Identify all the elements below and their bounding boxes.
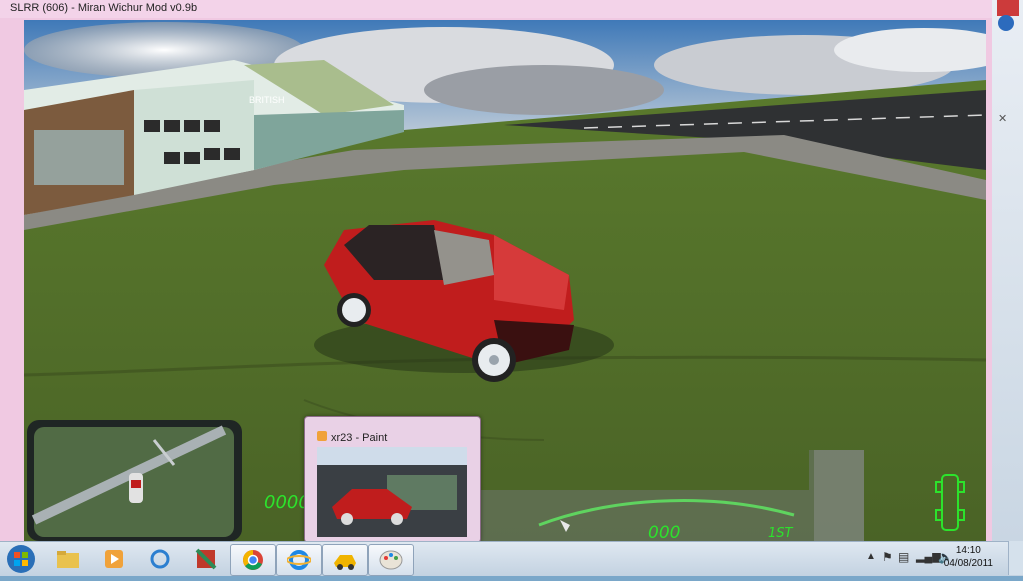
taskbar-app[interactable] — [184, 544, 228, 574]
cloud — [424, 65, 664, 115]
building-sign: BRITISH — [249, 95, 285, 105]
game-viewport[interactable]: BRITISH 0000 000 1ST — [24, 20, 986, 541]
minimap — [27, 420, 242, 541]
taskbar-paint[interactable] — [368, 544, 414, 576]
system-tray: ▲ ⚑ ▤ ▂▄▆ 🔈 14:10 04/08/2011 — [862, 541, 1023, 575]
folder-icon — [57, 551, 79, 568]
close-button-background[interactable] — [997, 0, 1019, 16]
window-titlebar[interactable]: SLRR (606) - Miran Wichur Mod v0.9b — [0, 0, 992, 18]
clock[interactable]: 14:10 04/08/2011 — [944, 544, 993, 570]
close-icon[interactable]: ✕ — [998, 112, 1012, 126]
tray-expand-icon[interactable]: ▲ — [866, 551, 876, 562]
signal-icon[interactable]: ▂▄▆ — [916, 550, 941, 563]
help-icon[interactable] — [998, 15, 1014, 31]
slrr-game-icon — [334, 555, 356, 570]
taskbar-preview[interactable]: xr23 - Paint — [304, 416, 481, 543]
paint-icon — [379, 550, 403, 570]
clock-time: 14:10 — [955, 545, 981, 556]
hud-left-counter: 0000 — [264, 492, 310, 513]
window-title: SLRR (606) - Miran Wichur Mod v0.9b — [10, 2, 198, 14]
refresh-icon — [150, 549, 170, 569]
preview-title: xr23 - Paint — [331, 432, 388, 444]
hud-speed: 000 — [648, 523, 681, 541]
preview-thumbnail — [317, 447, 467, 537]
game-scene: BRITISH — [24, 20, 986, 541]
taskbar-chrome[interactable] — [230, 544, 276, 576]
app-icon — [195, 548, 217, 570]
media-player-icon — [105, 550, 123, 568]
windows-start-icon — [7, 545, 35, 573]
game-window: SLRR (606) - Miran Wichur Mod v0.9b BRIT… — [0, 0, 992, 542]
taskbar-slrr-game[interactable] — [322, 544, 368, 576]
paint-icon — [317, 431, 327, 441]
chrome-icon — [243, 550, 263, 570]
network-icon[interactable]: ▤ — [898, 550, 909, 564]
taskbar-sync[interactable] — [138, 544, 182, 574]
hud-gear: 1ST — [768, 526, 793, 541]
taskbar-explorer[interactable] — [46, 544, 90, 574]
clock-date: 04/08/2011 — [943, 558, 993, 569]
show-desktop-button[interactable] — [1008, 541, 1023, 575]
internet-explorer-icon — [287, 550, 311, 570]
taskbar-media-player[interactable] — [92, 544, 136, 574]
taskbar-internet-explorer[interactable] — [276, 544, 322, 576]
flag-icon[interactable]: ⚑ — [882, 550, 893, 564]
start-button[interactable] — [2, 542, 40, 576]
